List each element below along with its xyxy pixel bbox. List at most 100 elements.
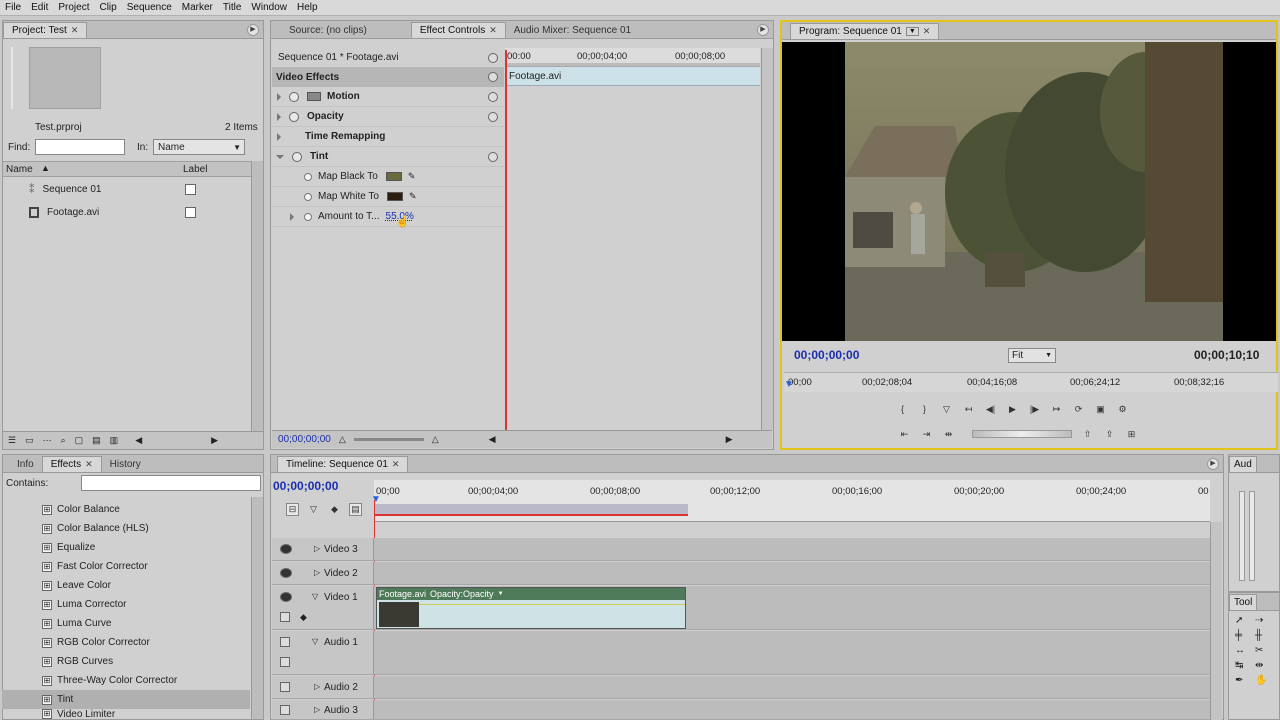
tab-audio-meters[interactable]: Aud [1229,456,1257,472]
tab-timeline[interactable]: Timeline: Sequence 01 ✕ [277,456,409,472]
work-area-bar[interactable] [374,504,688,516]
list-item[interactable]: ⊞ Color Balance [42,500,120,519]
output-icon[interactable]: ⚙ [1116,403,1129,416]
fx-toggle-icon[interactable] [292,151,302,162]
display-style-icon[interactable] [280,657,290,667]
list-item[interactable]: ⊞ Color Balance (HLS) [42,519,149,538]
close-icon[interactable]: ✕ [85,459,93,470]
slide-tool-icon[interactable]: ⇹ [1255,660,1275,671]
safe-margins-icon[interactable]: ▣ [1094,403,1107,416]
tab-audio-mixer[interactable]: Audio Mixer: Sequence 01 [506,22,639,38]
effect-tint[interactable]: Tint [272,147,504,167]
label-swatch[interactable] [185,184,196,195]
playhead-icon[interactable]: ▼ [784,379,794,390]
extract-icon[interactable]: ⇪ [1103,428,1116,441]
tab-info[interactable]: Info [9,456,42,472]
speaker-icon[interactable] [280,705,290,715]
timeline-clip[interactable]: Footage.avi Opacity:Opacity ▼ [376,587,686,629]
shuttle-slider[interactable] [972,430,1072,438]
program-current-timecode[interactable]: 00;00;00;00 [794,348,859,362]
tab-source[interactable]: Source: (no clips) [281,22,375,38]
effect-time-remapping[interactable]: Time Remapping [272,127,504,147]
eye-icon[interactable] [280,544,292,554]
list-item[interactable]: ⊞ Three-Way Color Corrector [42,671,177,690]
menu-window[interactable]: Window [246,2,292,13]
marker-icon[interactable]: ▽ [307,503,320,516]
keyframe-nav-icon[interactable]: ◆ [300,612,307,623]
list-item[interactable]: ⊞ Leave Color [42,576,111,595]
list-item[interactable]: ⊞ Fast Color Corrector [42,557,148,576]
stopwatch-icon[interactable] [304,192,312,201]
close-icon[interactable]: ✕ [392,459,400,470]
ec-timecode[interactable]: 00;00;00;00 [278,434,331,445]
eye-icon[interactable] [280,568,292,578]
zoom-slider[interactable] [353,438,424,441]
list-item[interactable]: ⁑ Sequence 01 [29,183,101,196]
close-icon[interactable]: ✕ [71,25,79,36]
col-label[interactable]: Label [183,164,207,175]
new-item-icon[interactable]: ▤ [92,435,101,446]
mark-in-icon[interactable]: { [896,403,909,416]
expand-icon[interactable]: ▷ [314,568,320,577]
jog-back-icon[interactable]: ⇥ [920,428,933,441]
scroll-left-icon[interactable]: ◀ [489,434,496,445]
timeline-timecode[interactable]: 00;00;00;00 [273,479,338,493]
timeline-scrollbar[interactable] [1210,522,1222,720]
display-style-icon[interactable] [280,612,290,622]
tab-effects[interactable]: Effects ✕ [41,456,102,472]
expand-icon[interactable]: ▷ [314,705,320,714]
ruler-scroll-bar[interactable] [505,63,760,66]
program-video-frame[interactable] [782,42,1276,341]
close-icon[interactable]: ✕ [923,26,931,37]
step-forward-icon[interactable]: |▶ [1028,403,1041,416]
close-icon[interactable]: ✕ [489,25,497,36]
ripple-edit-tool-icon[interactable]: ╪ [1235,630,1255,641]
eyedropper-icon[interactable]: ✎ [409,191,417,202]
color-swatch-white[interactable] [386,192,403,201]
tab-project[interactable]: Project: Test ✕ [3,22,88,38]
stopwatch-icon[interactable] [304,172,312,181]
label-swatch[interactable] [185,207,196,218]
menu-clip[interactable]: Clip [94,2,121,13]
lift-icon[interactable]: ⇧ [1081,428,1094,441]
slip-tool-icon[interactable]: ↹ [1235,660,1255,671]
ec-clip-bar[interactable]: Footage.avi [505,67,760,86]
list-view-icon[interactable]: ☰ [8,435,16,446]
menu-file[interactable]: File [0,2,26,13]
chevron-down-icon[interactable]: ▼ [905,27,919,36]
playhead-icon[interactable]: ▼ [371,494,381,505]
find-icon[interactable]: ⌕ [61,435,66,446]
bin-icon[interactable]: ▢ [75,435,84,446]
list-item[interactable]: Footage.avi [29,207,99,218]
list-item-selected[interactable]: ⊞ Tint [2,690,250,709]
settings-icon[interactable]: ▤ [349,502,362,516]
in-select[interactable]: Name ▼ [153,139,245,155]
panel-menu-icon[interactable]: ▶ [1207,458,1219,470]
effect-motion[interactable]: Motion [272,87,504,107]
track-select-tool-icon[interactable]: ⇢ [1255,615,1275,626]
step-back-icon[interactable]: ◀| [984,403,997,416]
panel-menu-icon[interactable]: ▶ [757,24,769,36]
scroll-right-icon[interactable]: ▶ [726,434,733,445]
menu-title[interactable]: Title [218,2,247,13]
menu-sequence[interactable]: Sequence [122,2,177,13]
expand-icon[interactable] [277,132,281,141]
tab-program[interactable]: Program: Sequence 01 ▼ ✕ [790,23,940,39]
menu-project[interactable]: Project [53,2,94,13]
effects-scrollbar[interactable] [251,497,263,719]
expand-icon[interactable]: ▷ [314,682,320,691]
find-input[interactable] [35,139,125,155]
icon-view-icon[interactable]: ▭ [25,435,34,446]
menu-marker[interactable]: Marker [177,2,218,13]
collapse-icon[interactable] [276,154,284,159]
stopwatch-icon[interactable] [304,212,312,221]
fx-toggle-icon[interactable] [289,91,299,102]
goto-in-icon[interactable]: ↤ [962,403,975,416]
trim-icon[interactable]: ⊞ [1125,428,1138,441]
collapse-icon[interactable]: ▽ [312,637,318,646]
rate-stretch-tool-icon[interactable]: ↔ [1235,645,1255,656]
keyframe-icon[interactable]: ◆ [328,503,341,516]
trash-icon[interactable]: ▥ [110,435,119,446]
reset-icon[interactable] [488,151,498,162]
color-swatch-black[interactable] [385,172,402,181]
